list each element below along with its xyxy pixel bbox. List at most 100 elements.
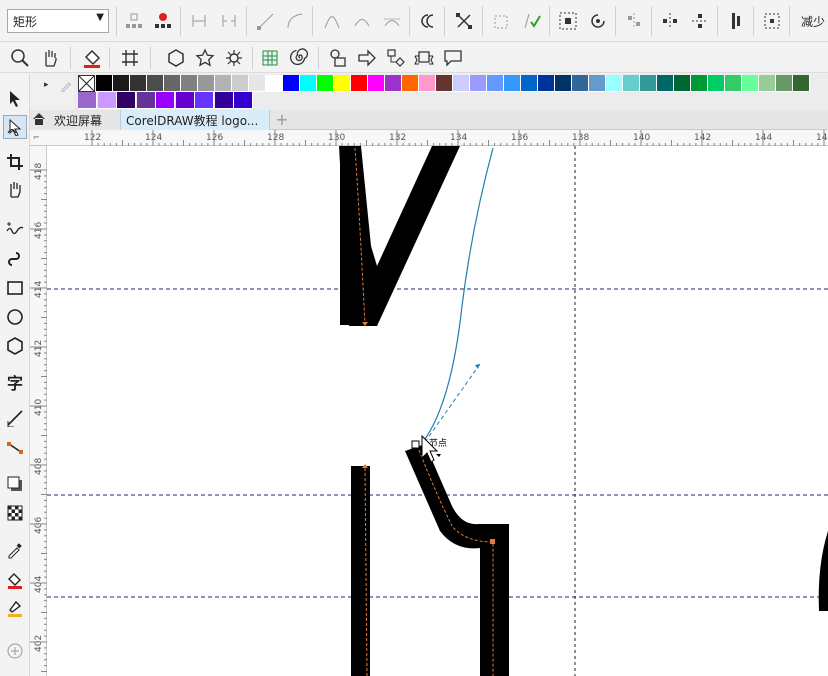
ruler-vertical[interactable]: 418 416 414 412 410 408 406 404 402 [30,146,47,676]
select-all-nodes-icon[interactable] [760,9,784,33]
color-swatch[interactable] [708,75,725,92]
ruler-horizontal[interactable]: ⌐ 122 124 126 128 130 132 134 136 138 140 142 144 14… [30,130,828,146]
rotate-nodes-icon[interactable] [586,9,610,33]
add-tool-icon[interactable] [3,639,27,663]
color-swatch[interactable] [232,75,249,92]
color-swatch[interactable] [521,75,538,92]
control-handle-line[interactable] [424,363,481,443]
elastic-mode-icon[interactable] [724,9,748,33]
reflect-horizontal-icon[interactable] [658,9,682,33]
color-swatch[interactable] [175,92,195,109]
basic-shapes-icon[interactable] [326,46,350,70]
color-swatch[interactable] [351,75,368,92]
zoom-icon[interactable] [8,46,32,70]
color-swatch[interactable] [759,75,776,92]
star-icon[interactable] [193,46,217,70]
color-swatch[interactable] [117,92,136,109]
complex-star-icon[interactable] [222,46,246,70]
break-curve-icon[interactable] [217,9,241,33]
color-swatch[interactable] [266,75,283,92]
to-curve-icon[interactable] [283,9,307,33]
close-curve-icon[interactable] [490,9,514,33]
connector-tool-icon[interactable] [3,436,27,460]
polygon-tool-icon[interactable] [3,334,27,358]
smart-fill-tool-icon[interactable] [3,596,27,620]
color-swatch[interactable] [419,75,436,92]
pan-hand-icon[interactable] [38,46,62,70]
color-swatch[interactable] [385,75,402,92]
color-swatch[interactable] [487,75,504,92]
color-swatch[interactable] [470,75,487,92]
hexagon-icon[interactable] [164,46,188,70]
color-swatch[interactable] [334,75,351,92]
tab-welcome[interactable]: 欢迎屏幕 [30,110,120,130]
to-line-icon[interactable] [254,9,278,33]
grid-snap-icon[interactable] [118,46,142,70]
color-swatch[interactable] [234,92,253,109]
color-swatch[interactable] [402,75,419,92]
color-swatch[interactable] [164,75,181,92]
eyedropper-tool-icon[interactable] [3,538,27,562]
color-swatch[interactable] [725,75,742,92]
color-swatch[interactable] [657,75,674,92]
color-swatch[interactable] [181,75,198,92]
letter-fragment-right[interactable] [818,531,828,611]
ellipse-tool-icon[interactable] [3,305,27,329]
reduce-nodes-button[interactable]: 减少 [801,13,825,30]
add-node-icon[interactable] [122,9,146,33]
artistic-media-tool-icon[interactable] [3,246,27,270]
shape-type-select[interactable]: 矩形 ▼ [7,9,109,33]
eyedropper-icon[interactable] [60,78,74,95]
text-tool-icon[interactable]: 字 [3,370,27,394]
color-swatch[interactable] [156,92,175,109]
stretch-nodes-icon[interactable] [556,9,580,33]
no-color-swatch[interactable] [78,75,95,92]
color-swatch[interactable] [113,75,130,92]
flowchart-shapes-icon[interactable] [384,46,408,70]
color-swatch[interactable] [674,75,691,92]
parallel-dimension-tool-icon[interactable] [3,406,27,430]
drop-shadow-tool-icon[interactable] [3,472,27,496]
transparency-tool-icon[interactable] [3,501,27,525]
extend-curve-icon[interactable] [452,9,476,33]
arrow-shapes-icon[interactable] [355,46,379,70]
control-handle-arrow[interactable] [475,364,480,369]
spiral-icon[interactable] [288,46,312,70]
color-swatch[interactable] [249,75,266,92]
color-swatch[interactable] [504,75,521,92]
freehand-tool-icon[interactable] [3,216,27,240]
color-swatch[interactable] [742,75,759,92]
new-tab-button[interactable]: + [272,110,292,130]
fill-bucket-icon[interactable] [80,46,104,70]
color-swatch[interactable] [317,75,334,92]
shape-tool-icon[interactable] [3,115,27,139]
color-swatch[interactable] [436,75,453,92]
color-swatch[interactable] [776,75,793,92]
join-nodes-icon[interactable] [187,9,211,33]
smooth-node-icon[interactable] [350,9,374,33]
color-swatch[interactable] [147,75,164,92]
color-swatch[interactable] [453,75,470,92]
color-swatch[interactable] [300,75,317,92]
color-swatch[interactable] [572,75,589,92]
color-swatch[interactable] [198,75,215,92]
color-swatch[interactable] [606,75,623,92]
color-swatch[interactable] [283,75,300,92]
node-selected[interactable] [411,440,420,449]
tab-document[interactable]: CorelDRAW教程 logo... [120,110,270,130]
color-swatch[interactable] [538,75,555,92]
cusp-node-icon[interactable] [320,9,344,33]
reflect-vertical-icon[interactable] [688,9,712,33]
graph-paper-icon[interactable] [258,46,282,70]
color-swatch[interactable] [589,75,606,92]
color-swatch[interactable] [555,75,572,92]
color-swatch[interactable] [214,92,234,109]
auto-close-check-icon[interactable] [520,9,544,33]
palette-expand-icon[interactable]: ▸ [44,80,49,90]
color-swatch[interactable] [793,75,810,92]
color-swatch[interactable] [623,75,640,92]
color-swatch[interactable] [640,75,657,92]
interactive-fill-tool-icon[interactable] [3,568,27,592]
color-swatch[interactable] [691,75,708,92]
pan-tool-icon[interactable] [3,178,27,202]
